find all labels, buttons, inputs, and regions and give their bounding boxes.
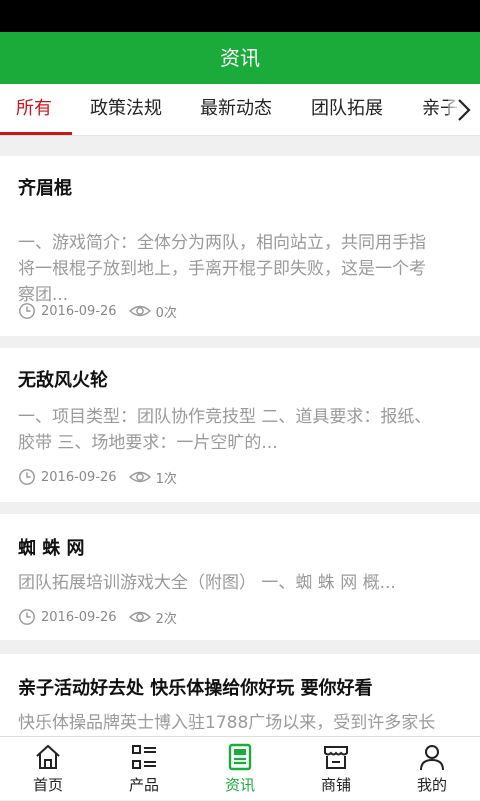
tab-latest-news[interactable]: 最新动态: [200, 84, 272, 135]
home-icon: [36, 744, 60, 769]
shop-icon: [324, 746, 348, 769]
article-card[interactable]: 齐眉棍 一、游戏简介：全体分为两队，相向站立，共同用手指 将一根棍子放到地上，手…: [0, 156, 480, 336]
clock-icon: [19, 303, 35, 319]
status-bar: [0, 0, 480, 32]
tab-scroll-right-button[interactable]: [448, 84, 480, 135]
article-summary: 快乐体操品牌英士博入驻1788广场以来，受到许多家长: [18, 713, 436, 733]
article-title: 齐眉棍: [18, 178, 72, 199]
article-card[interactable]: 无敌风火轮 一、项目类型：团队协作竞技型 二、道具要求：报纸、 胶带 三、场地要…: [0, 348, 480, 502]
chevron-right-icon: [458, 99, 471, 121]
category-tab-bar: 所有 政策法规 最新动态 团队拓展 亲子: [0, 84, 480, 136]
article-summary: 团队拓展培训游戏大全（附图） 一、蜘 蛛 网 概...: [18, 573, 396, 593]
article-date: 2016-09-26: [41, 303, 117, 319]
article-summary: 一、游戏简介：全体分为两队，相向站立，共同用手指 将一根棍子放到地上，手离开棍子…: [18, 233, 426, 305]
product-list-icon: [132, 745, 156, 769]
article-date: 2016-09-26: [41, 469, 117, 485]
tab-team-building[interactable]: 团队拓展: [311, 84, 383, 135]
clock-icon: [19, 609, 35, 625]
article-title: 蜘 蛛 网: [18, 538, 85, 559]
article-card[interactable]: 蜘 蛛 网 团队拓展培训游戏大全（附图） 一、蜘 蛛 网 概... 2016-0…: [0, 514, 480, 640]
article-meta: 2016-09-26 1次: [18, 467, 177, 487]
clock-icon: [19, 469, 35, 485]
eye-icon: [128, 305, 151, 317]
article-card[interactable]: 亲子活动好去处 快乐体操给你好玩 要你好看 快乐体操品牌英士博入驻1788广场以…: [0, 654, 480, 736]
nav-profile[interactable]: 我的: [384, 737, 480, 801]
tab-all[interactable]: 所有: [16, 84, 52, 135]
bottom-navigation: 首页 产品 资讯 商铺 我的: [0, 736, 480, 800]
article-views: 2次: [155, 611, 177, 627]
article-list: 齐眉棍 一、游戏简介：全体分为两队，相向站立，共同用手指 将一根棍子放到地上，手…: [0, 136, 480, 736]
article-title: 无敌风火轮: [18, 370, 108, 391]
nav-news[interactable]: 资讯: [192, 737, 288, 801]
page-title: 资讯: [0, 32, 480, 84]
user-icon: [420, 745, 444, 771]
nav-home[interactable]: 首页: [0, 737, 96, 801]
eye-icon: [128, 611, 151, 623]
article-views: 1次: [155, 471, 177, 487]
nav-shop[interactable]: 商铺: [288, 737, 384, 801]
eye-icon: [128, 471, 151, 483]
article-meta: 2016-09-26 0次: [18, 301, 177, 321]
article-meta: 2016-09-26 2次: [18, 607, 177, 627]
article-title: 亲子活动好去处 快乐体操给你好玩 要你好看: [18, 678, 373, 699]
article-date: 2016-09-26: [41, 609, 117, 625]
tab-policy[interactable]: 政策法规: [90, 84, 162, 135]
nav-products[interactable]: 产品: [96, 737, 192, 801]
article-views: 0次: [155, 305, 177, 321]
article-summary: 一、项目类型：团队协作竞技型 二、道具要求：报纸、 胶带 三、场地要求：一片空旷…: [18, 407, 432, 453]
news-icon: [228, 743, 252, 771]
